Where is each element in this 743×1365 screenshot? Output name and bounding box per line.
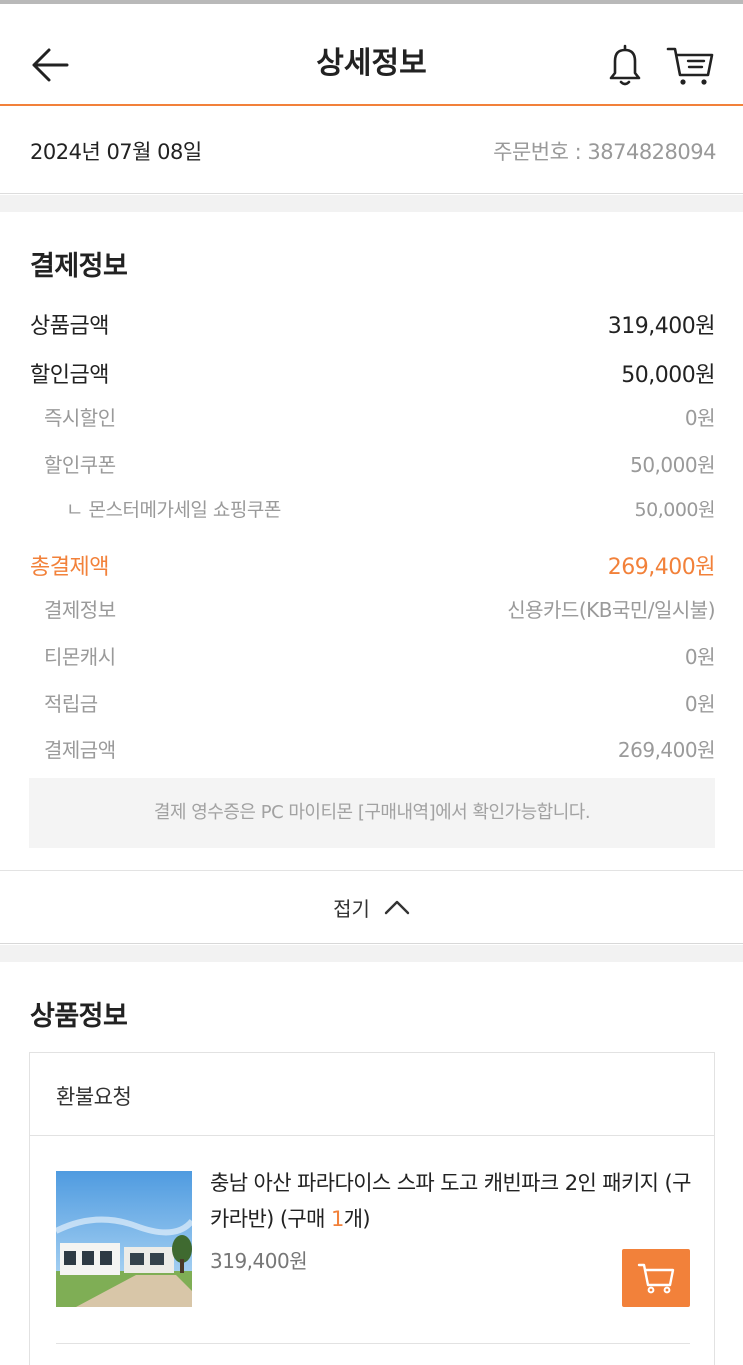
product-price: 319,400원 <box>210 1249 308 1273</box>
instant-discount-row: 즉시할인 0원 <box>0 402 743 436</box>
order-info-row: 2024년 07월 08일 주문번호 : 3874828094 <box>0 108 743 194</box>
section-title-payment: 결제정보 <box>30 251 128 282</box>
row-value: 319,400원 <box>607 314 716 339</box>
order-date: 2024년 07월 08일 <box>30 140 202 164</box>
coupon-detail-row: ㄴ 몬스터메가세일 쇼핑쿠폰 50,000원 <box>0 495 743 529</box>
product-name-text: 충남 아산 파라다이스 스파 도고 캐빈파크 2인 패키지 (구 카라반) (구… <box>210 1171 691 1231</box>
section-title-product: 상품정보 <box>30 1001 128 1032</box>
row-value: 269,400원 <box>607 555 716 580</box>
row-value: 269,400원 <box>617 738 716 762</box>
product-name[interactable]: 충남 아산 파라다이스 스파 도고 캐빈파크 2인 패키지 (구 카라반) (구… <box>210 1165 700 1237</box>
row-label: 즉시할인 <box>44 406 116 430</box>
payment-section: 결제정보 상품금액 319,400원 할인금액 50,000원 즉시할인 0원 … <box>0 212 743 870</box>
total-payment-row: 총결제액 269,400원 <box>0 549 743 583</box>
product-thumbnail[interactable] <box>56 1171 192 1307</box>
row-value: 0원 <box>684 692 716 716</box>
row-label: 할인금액 <box>30 363 109 388</box>
payment-method-row: 결제정보 신용카드(KB국민/일시불) <box>0 594 743 628</box>
row-value: 신용카드(KB국민/일시불) <box>507 598 715 622</box>
top-header: 상세정보 <box>0 4 743 106</box>
row-label: 적립금 <box>44 692 98 716</box>
card-header: 환불요청 <box>30 1053 714 1136</box>
tmon-cash-row: 티몬캐시 0원 <box>0 641 743 675</box>
notification-button[interactable] <box>602 40 648 90</box>
add-to-cart-button[interactable] <box>622 1249 690 1307</box>
cart-icon <box>666 47 714 85</box>
chevron-up-icon <box>384 900 410 915</box>
product-quantity: 1 <box>330 1207 344 1231</box>
order-number: 주문번호 : 3874828094 <box>493 140 716 164</box>
collapse-button[interactable]: 접기 <box>0 870 743 944</box>
row-label: 상품금액 <box>30 314 109 339</box>
product-name-suffix: 개) <box>343 1207 371 1231</box>
row-value: 50,000원 <box>621 363 715 388</box>
refund-request-link[interactable]: 환불요청 <box>56 1081 132 1111</box>
row-value: 50,000원 <box>630 453 715 477</box>
row-value: 0원 <box>684 406 716 430</box>
collapse-label: 접기 <box>333 896 370 921</box>
product-amount-row: 상품금액 319,400원 <box>0 308 743 342</box>
bell-icon <box>609 44 641 86</box>
row-value: 50,000원 <box>634 499 716 521</box>
card-divider <box>56 1343 690 1344</box>
row-label: ㄴ 몬스터메가세일 쇼핑쿠폰 <box>66 499 281 521</box>
cart-button[interactable] <box>664 42 716 90</box>
row-label: 티몬캐시 <box>44 645 116 669</box>
discount-amount-row: 할인금액 50,000원 <box>0 357 743 391</box>
coupon-discount-row: 할인쿠폰 50,000원 <box>0 449 743 483</box>
product-section: 상품정보 환불요청 충남 아산 파라다이스 스파 도고 캐빈파크 2인 패키지 … <box>0 962 743 1365</box>
product-card: 환불요청 충남 아산 파라다이스 스파 도고 캐빈파크 2인 패키지 (구 카라… <box>29 1052 715 1365</box>
receipt-notice: 결제 영수증은 PC 마이티몬 [구매내역]에서 확인가능합니다. <box>29 778 715 848</box>
section-divider <box>0 945 743 962</box>
row-label: 총결제액 <box>30 555 109 580</box>
cart-icon <box>637 1263 675 1294</box>
section-divider <box>0 195 743 212</box>
row-value: 0원 <box>684 645 716 669</box>
row-label: 결제정보 <box>44 598 116 622</box>
points-row: 적립금 0원 <box>0 688 743 722</box>
paid-amount-row: 결제금액 269,400원 <box>0 734 743 768</box>
row-label: 결제금액 <box>44 738 116 762</box>
row-label: 할인쿠폰 <box>44 453 116 477</box>
